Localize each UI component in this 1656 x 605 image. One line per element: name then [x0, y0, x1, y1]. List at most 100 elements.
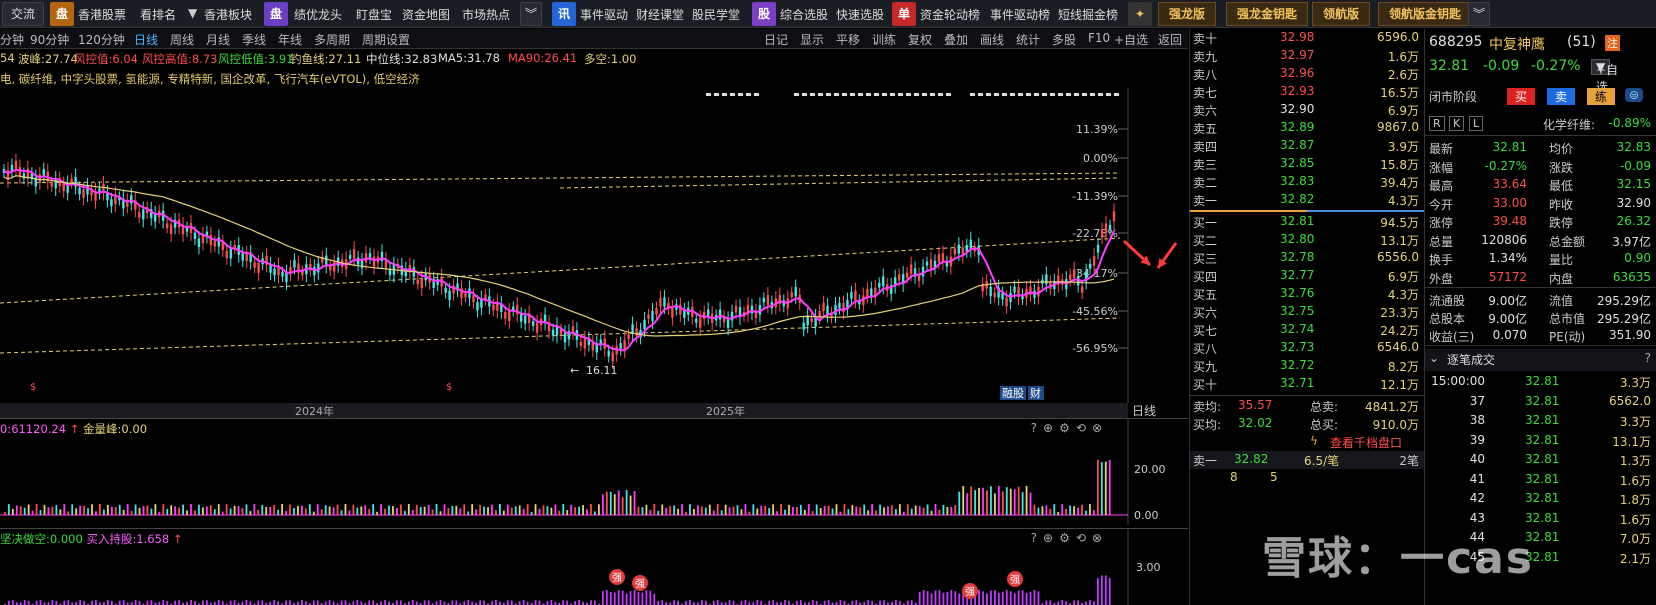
panel-tools-2[interactable]: ?⊕⚙⟲⊗ [1031, 531, 1108, 545]
ask-row[interactable]: 卖七 32.93 16.5万 [1190, 83, 1425, 101]
collapse-circle-icon[interactable]: ⌄ [1429, 351, 1439, 365]
jiyou-link[interactable]: 绩优龙头 [294, 6, 342, 23]
gear-icon[interactable]: ⚙ [1059, 421, 1076, 435]
tool-add-watch[interactable]: +自选 [1114, 31, 1148, 48]
tf-120min[interactable]: 120分钟 [78, 31, 125, 48]
linghang-key-button[interactable]: 领航版金钥匙 [1378, 2, 1473, 26]
ask-row[interactable]: 卖三 32.85 15.8万 [1190, 155, 1425, 173]
tool-overlay[interactable]: 叠加 [944, 31, 968, 48]
tf-yearly[interactable]: 年线 [278, 31, 302, 48]
pan-tag[interactable]: 盘 [50, 2, 74, 26]
dan-tag[interactable]: 单 [892, 2, 916, 26]
l-button[interactable]: L [1469, 116, 1484, 131]
collapse-icon[interactable]: ︾ [520, 2, 543, 26]
tf-multi[interactable]: 多周期 [314, 31, 350, 48]
tf-settings[interactable]: 周期设置 [362, 31, 410, 48]
refresh-icon[interactable]: ⟲ [1076, 531, 1092, 545]
qianglong-button[interactable]: 强龙版 [1158, 2, 1217, 26]
note-tag[interactable]: 注 [1605, 35, 1620, 51]
bid-row[interactable]: 买八 32.73 6546.0 [1190, 339, 1425, 357]
xun-tag[interactable]: 讯 [552, 2, 576, 26]
event-driven-link[interactable]: 事件驱动 [580, 6, 628, 23]
exchange-button[interactable]: 交流 [2, 2, 45, 26]
view-1000-link[interactable]: 查看千档盘口 [1330, 434, 1402, 451]
more-icon[interactable]: ︾ [1468, 2, 1491, 26]
bid-row[interactable]: 买六 32.75 23.3万 [1190, 303, 1425, 321]
tf-monthly[interactable]: 月线 [206, 31, 230, 48]
market-hot-link[interactable]: 市场热点 [462, 6, 510, 23]
bid-row[interactable]: 买九 32.72 8.2万 [1190, 357, 1425, 375]
event-rank-link[interactable]: 事件驱动榜 [990, 6, 1050, 23]
tool-train[interactable]: 训练 [872, 31, 896, 48]
k-button[interactable]: K [1449, 116, 1465, 131]
bid-row[interactable]: 买七 32.74 24.2万 [1190, 321, 1425, 339]
dropdown-icon[interactable]: ▼ [188, 6, 197, 20]
capital-rotation-link[interactable]: 资金轮动榜 [920, 6, 980, 23]
r-button[interactable]: R [1429, 116, 1445, 131]
stock-screen-link[interactable]: 综合选股 [780, 6, 828, 23]
tool-diary[interactable]: 日记 [764, 31, 788, 48]
tf-quarterly[interactable]: 季线 [242, 31, 266, 48]
tool-adjust[interactable]: 复权 [908, 31, 932, 48]
bid-row[interactable]: 买四 32.77 6.9万 [1190, 267, 1425, 285]
ask-row[interactable]: 卖六 32.90 6.9万 [1190, 101, 1425, 119]
capital-map-link[interactable]: 资金地图 [402, 6, 450, 23]
ranking-link[interactable]: 看排名 [140, 6, 176, 23]
gu-tag[interactable]: 股 [752, 2, 776, 26]
practice-button[interactable]: 练 [1587, 88, 1616, 105]
close-icon[interactable]: ⊗ [1092, 531, 1108, 545]
ask-row[interactable]: 卖八 32.96 2.6万 [1190, 65, 1425, 83]
tool-back[interactable]: 返回 [1158, 31, 1182, 48]
tool-multi-stock[interactable]: 多股 [1052, 31, 1076, 48]
investor-school-link[interactable]: 股民学堂 [692, 6, 740, 23]
quick-screen-link[interactable]: 快速选股 [836, 6, 884, 23]
finance-class-link[interactable]: 财经课堂 [636, 6, 684, 23]
help-icon[interactable]: ? [1031, 531, 1043, 545]
tf-minute[interactable]: 分钟 [0, 31, 24, 48]
buy-button[interactable]: 买 [1507, 88, 1536, 105]
margin-badge[interactable]: 融 [1002, 387, 1013, 400]
add-watch-button[interactable]: +自选 ▼ [1591, 59, 1618, 94]
gear-icon[interactable]: ⚙ [1059, 531, 1076, 545]
linghang-button[interactable]: 领航版 [1312, 2, 1371, 26]
kline-chart[interactable]: 11.39% 0.00% -11.39% -22.78% -34.17% -45.56% -… [0, 57, 1332, 418]
bid-row[interactable]: 买三 32.78 6556.0 [1190, 249, 1425, 267]
volume-panel[interactable]: 0:61120.24 ↑ 金量峰:0.00 ?⊕⚙⟲⊗ 20.00 0.00 [0, 418, 1188, 525]
dingpanbao-link[interactable]: 盯盘宝 [356, 6, 392, 23]
short-gold-link[interactable]: 短线掘金榜 [1058, 6, 1118, 23]
bid-row[interactable]: 买十 32.71 12.1万 [1190, 375, 1425, 393]
ask-row[interactable]: 卖五 32.89 9867.0 [1190, 119, 1425, 137]
bid-row[interactable]: 买二 32.80 13.1万 [1190, 231, 1425, 249]
tool-draw[interactable]: 画线 [980, 31, 1004, 48]
tool-display[interactable]: 显示 [800, 31, 824, 48]
sell-button[interactable]: 卖 [1547, 88, 1576, 105]
indicator-panel[interactable]: 坚决做空:0.000 买入持股:1.658 ↑ ?⊕⚙⟲⊗ 3.00 强强强强 [0, 528, 1188, 605]
tf-weekly[interactable]: 周线 [170, 31, 194, 48]
close-icon[interactable]: ⊗ [1092, 421, 1108, 435]
hk-sector-link[interactable]: 香港板块 [204, 6, 252, 23]
ask-row[interactable]: 卖九 32.97 1.6万 [1190, 47, 1425, 65]
link-icon[interactable]: ⊜ [1625, 88, 1644, 102]
zoom-icon[interactable]: ⊕ [1043, 531, 1059, 545]
bid-row[interactable]: 买一 32.81 94.5万 [1190, 213, 1425, 231]
zoom-icon[interactable]: ⊕ [1043, 421, 1059, 435]
help-icon[interactable]: ? [1031, 421, 1043, 435]
tf-90min[interactable]: 90分钟 [30, 31, 69, 48]
hk-stock-link[interactable]: 香港股票 [78, 6, 126, 23]
tool-pan[interactable]: 平移 [836, 31, 860, 48]
bid-row[interactable]: 买五 32.76 4.3万 [1190, 285, 1425, 303]
tf-daily[interactable]: 日线 [134, 31, 158, 48]
ask-row[interactable]: 卖二 32.83 39.4万 [1190, 173, 1425, 191]
tool-f10[interactable]: F10 [1088, 31, 1110, 45]
kline-svg[interactable]: 11.39%0.00%-11.39%-22.78%-34.17%-45.56%-… [0, 57, 1332, 418]
qianglong-key-button[interactable]: 强龙金钥匙 [1226, 2, 1309, 26]
ask-row[interactable]: 卖十 32.98 6596.0 [1190, 29, 1425, 47]
ask-row[interactable]: 卖一 32.82 4.3万 [1190, 191, 1425, 209]
stock-badge[interactable]: 股 [1013, 387, 1024, 400]
finance-badge[interactable]: 财 [1030, 386, 1041, 400]
ask-row[interactable]: 卖四 32.87 3.9万 [1190, 137, 1425, 155]
panel-tools[interactable]: ?⊕⚙⟲⊗ [1031, 421, 1108, 435]
refresh-icon[interactable]: ⟲ [1076, 421, 1092, 435]
help-icon[interactable]: ? [1645, 351, 1651, 365]
tool-stats[interactable]: 统计 [1016, 31, 1040, 48]
